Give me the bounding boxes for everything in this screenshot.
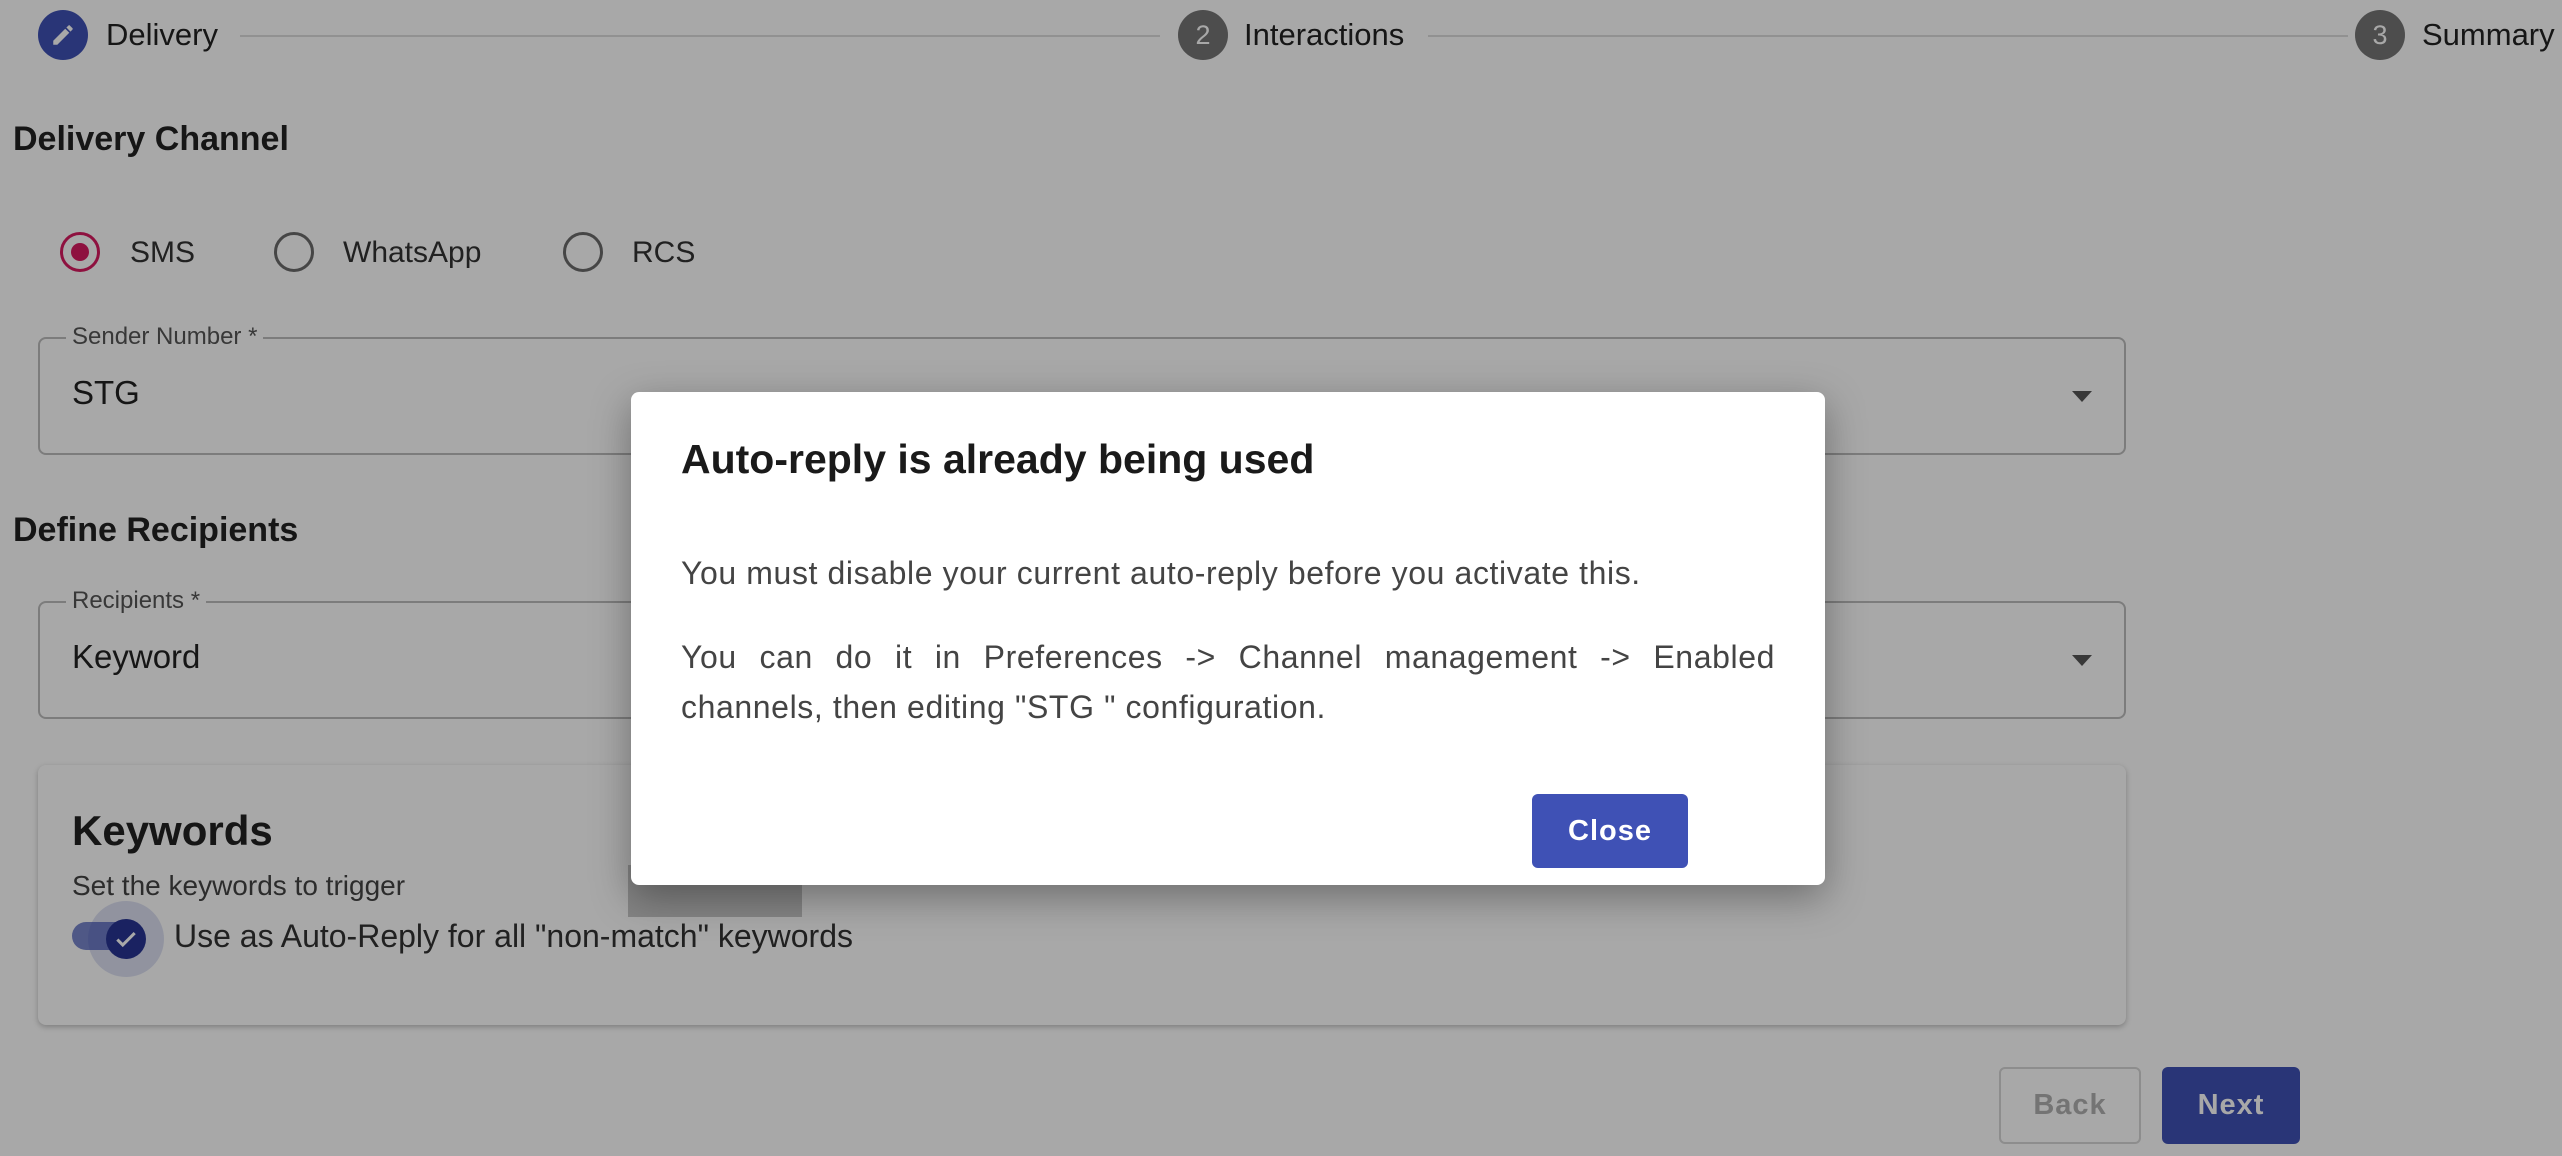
- dialog-paragraph-2: You can do it in Preferences -> Channel …: [681, 639, 1775, 725]
- dialog-title: Auto-reply is already being used: [681, 436, 1315, 482]
- close-button[interactable]: Close: [1532, 794, 1688, 868]
- auto-reply-dialog: Auto-reply is already being used You mus…: [631, 392, 1825, 885]
- dialog-paragraph-1: You must disable your current auto-reply…: [681, 555, 1641, 591]
